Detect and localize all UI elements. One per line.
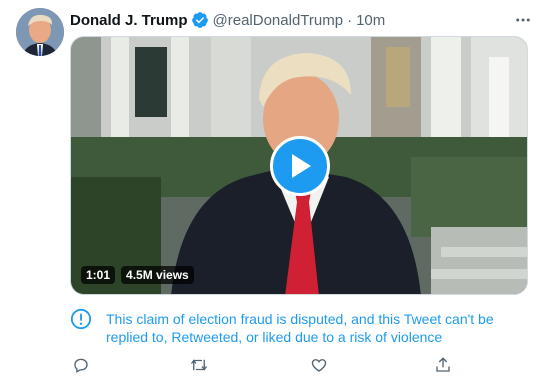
tweet: Donald J. Trump @realDonaldTrump · 10m 1… [0,0,547,384]
disputed-claim-notice[interactable]: This claim of election fraud is disputed… [70,306,535,346]
tweet-timestamp[interactable]: 10m [356,12,385,29]
more-horizontal-icon[interactable] [513,10,533,30]
verified-badge-icon [191,11,209,29]
like-icon[interactable] [310,356,328,374]
play-button[interactable] [270,136,330,196]
video-views: 4.5M views [121,266,194,284]
share-icon[interactable] [434,356,452,374]
play-icon [292,154,311,178]
video-badges: 1:01 4.5M views [81,266,194,284]
avatar[interactable] [16,8,64,56]
header-separator: · [347,11,353,29]
author-handle[interactable]: @realDonaldTrump [213,12,344,29]
author-name[interactable]: Donald J. Trump [70,12,188,29]
tweet-actions [70,356,470,376]
tweet-header: Donald J. Trump @realDonaldTrump · 10m [70,10,385,30]
video-duration: 1:01 [81,266,116,284]
exclamation-circle-icon [70,308,92,330]
notice-text: This claim of election fraud is disputed… [106,311,494,345]
retweet-icon[interactable] [190,356,208,374]
reply-icon[interactable] [72,356,90,374]
video-player[interactable]: 1:01 4.5M views [70,36,528,295]
